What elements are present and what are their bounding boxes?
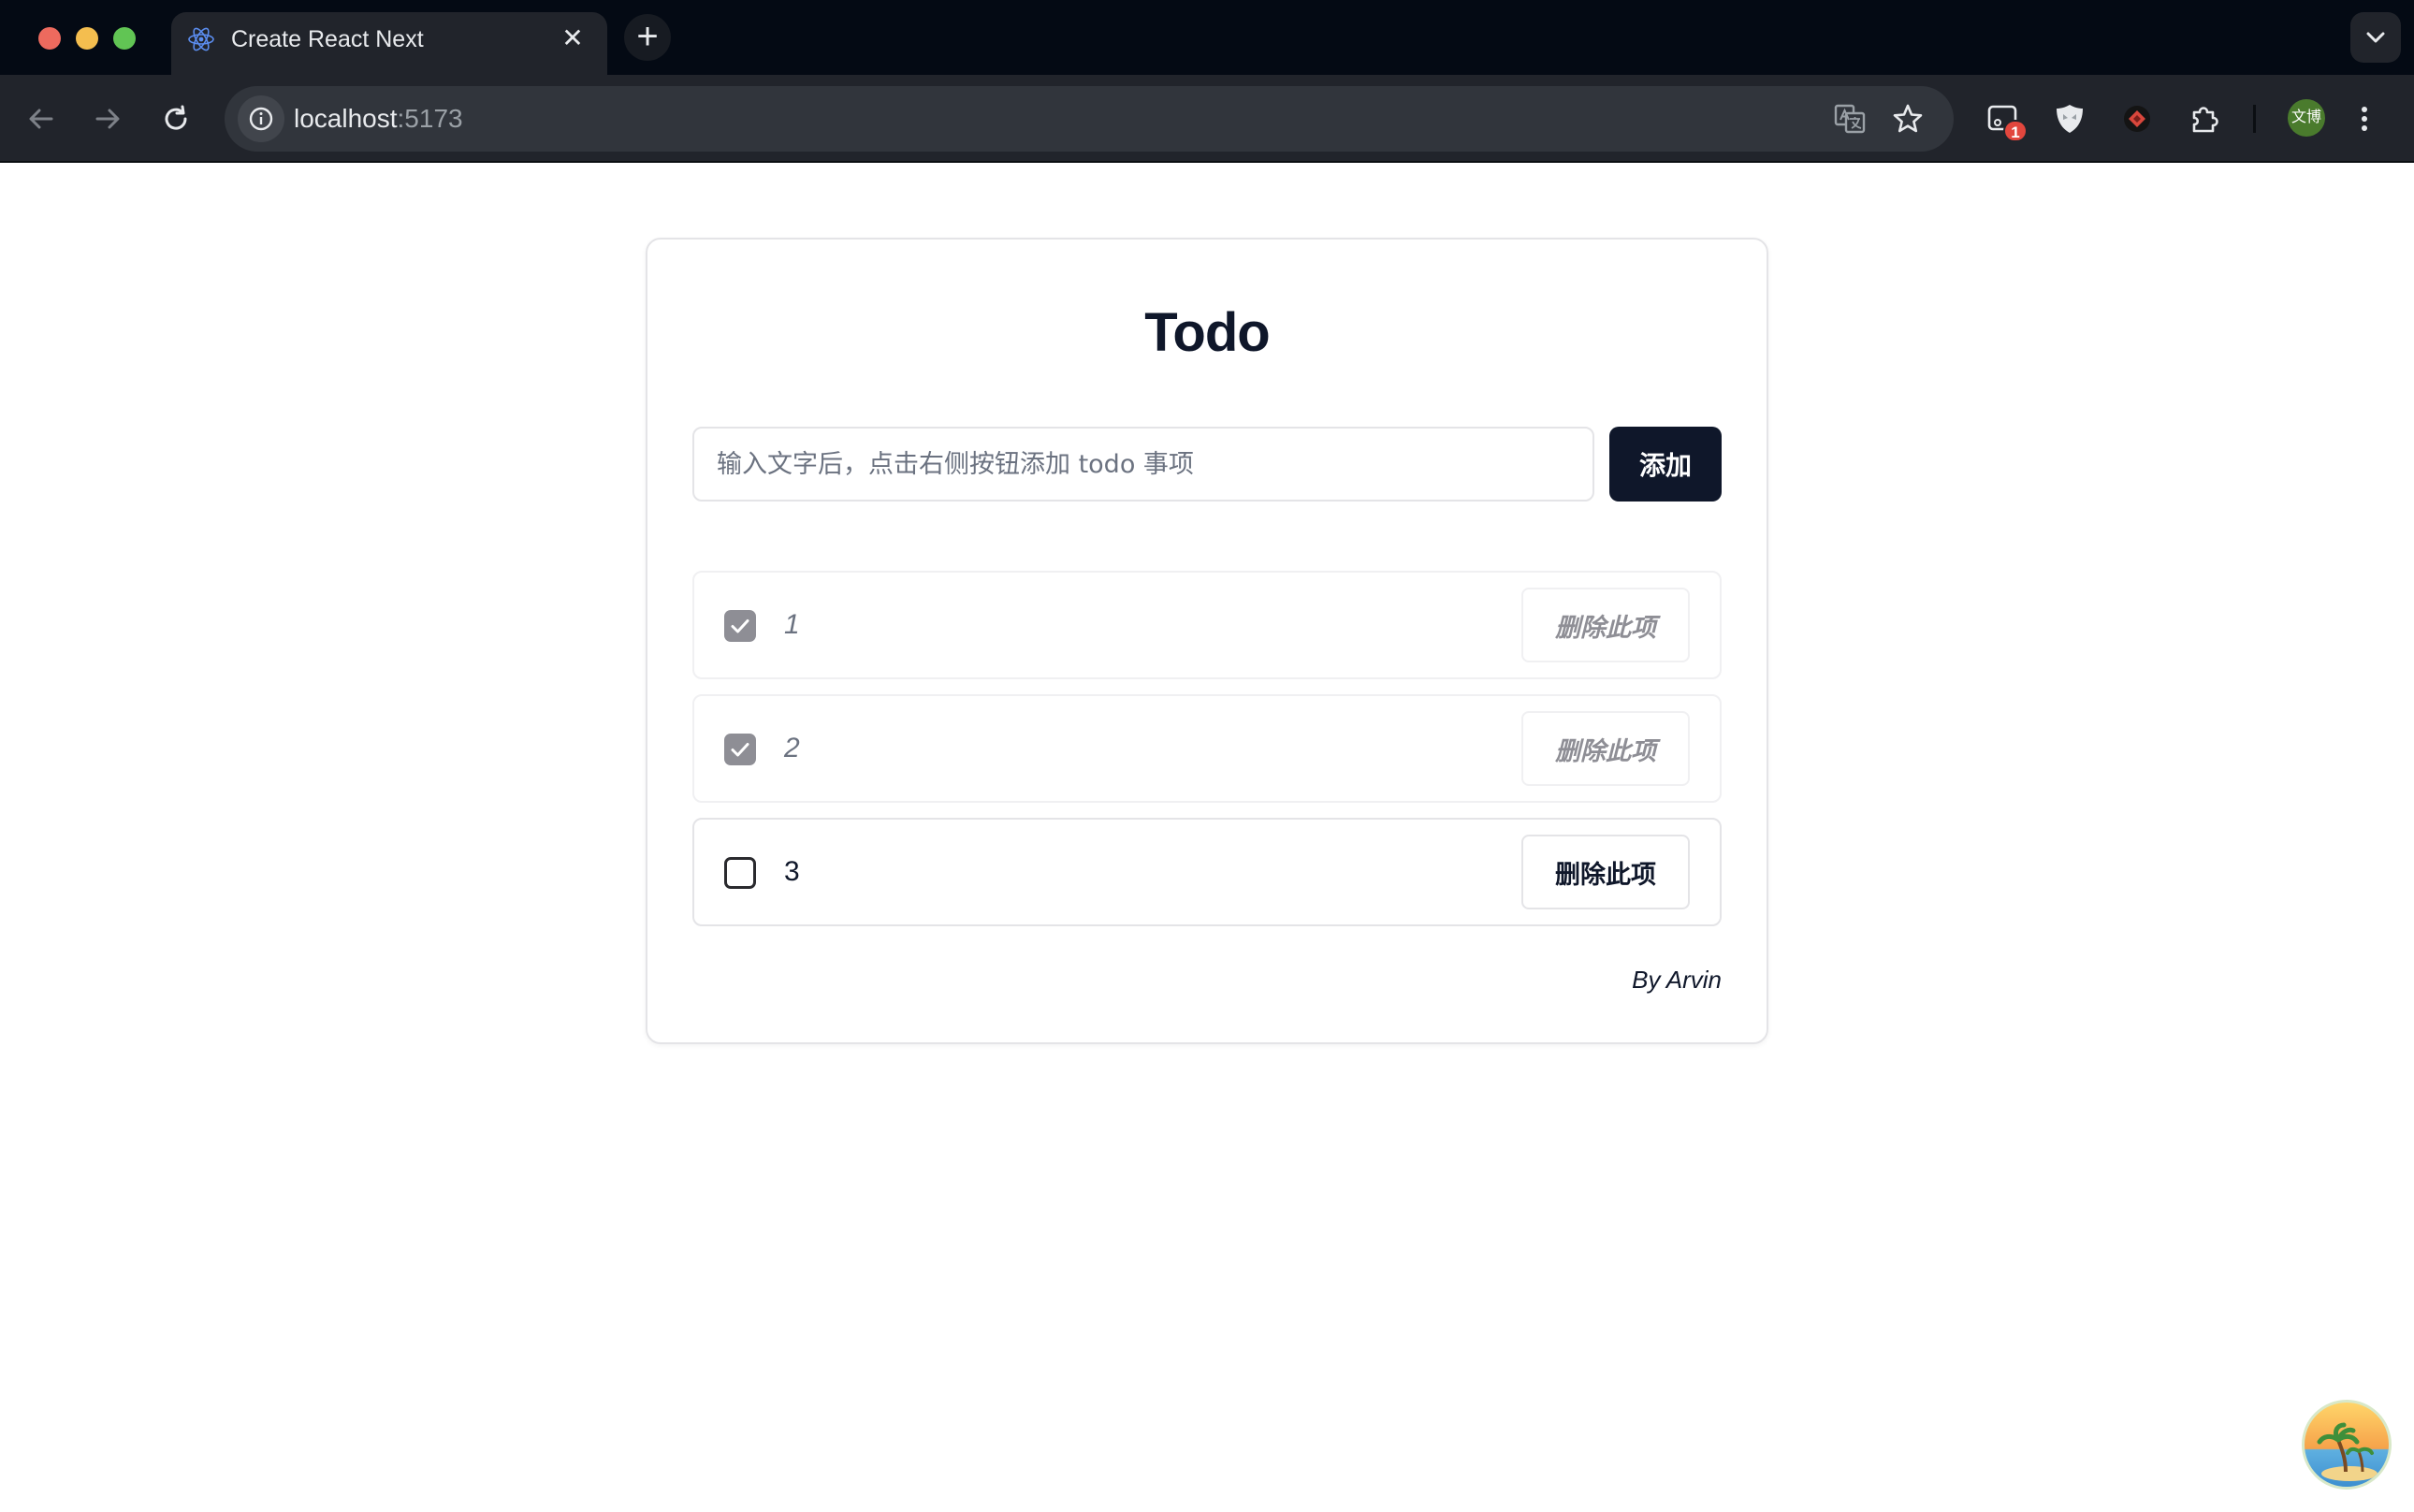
browser-toolbar: localhost:5173 1 [0,75,2414,163]
extensions-menu-button[interactable] [2181,95,2228,142]
window-close-button[interactable] [38,27,61,50]
profile-avatar[interactable]: 文博 [2288,99,2325,137]
extension-screen-capture[interactable]: 1 [1979,95,2028,142]
react-logo-icon [188,27,214,51]
palm-tree-icon [2317,1422,2378,1481]
translate-button[interactable] [1826,95,1873,142]
url-port: :5173 [397,104,463,133]
tab-close-icon[interactable]: ✕ [557,22,589,54]
todo-item: 1 删除此项 [692,571,1722,679]
toolbar-separator [2253,105,2256,133]
star-icon [1893,104,1923,133]
extension-shield[interactable] [2046,95,2093,142]
more-vertical-icon [2362,107,2367,131]
extension-badge-count: 1 [2003,120,2028,142]
tab-search-button[interactable] [2350,12,2401,63]
page-title: Todo [1144,302,1270,363]
tab-title: Create React Next [231,26,424,52]
todo-text: 2 [784,733,800,763]
delete-todo-button[interactable]: 删除此项 [1521,835,1690,909]
browser-tab-strip: Create React Next ✕ + [0,0,2414,75]
todo-checkbox-checked[interactable] [724,610,756,642]
author-credit: By Arvin [1632,966,1722,994]
shield-icon [2057,105,2083,133]
back-button[interactable] [18,95,65,142]
todo-input[interactable] [692,427,1594,502]
todo-item: 3 删除此项 [692,818,1722,926]
checkmark-icon [731,743,749,757]
arrow-right-icon [95,109,120,129]
browser-menu-button[interactable] [2341,95,2388,142]
delete-todo-button[interactable]: 删除此项 [1521,588,1690,662]
chevron-down-icon [2366,32,2385,43]
window-minimize-button[interactable] [76,27,98,50]
bookmark-button[interactable] [1884,95,1931,142]
delete-todo-button[interactable]: 删除此项 [1521,711,1690,786]
arrow-left-icon [29,109,53,129]
diamond-icon [2124,106,2150,132]
checkmark-icon [731,619,749,633]
puzzle-icon [2192,107,2218,133]
reload-button[interactable] [153,95,199,142]
url-host: localhost [294,104,398,133]
info-icon [249,107,273,131]
address-bar[interactable]: localhost:5173 [225,86,1954,152]
translate-icon [1834,104,1866,134]
forward-button[interactable] [84,95,131,142]
site-info-button[interactable] [238,95,284,142]
todo-card: Todo 添加 1 删除此项 2 删除此项 3 删除此项 By Arvin [646,238,1768,1044]
todo-text: 3 [784,856,800,887]
window-zoom-button[interactable] [113,27,136,50]
url-text: localhost:5173 [294,102,463,136]
todo-checkbox-unchecked[interactable] [724,857,756,889]
new-tab-button[interactable]: + [624,14,671,61]
island-avatar-icon[interactable] [2302,1400,2392,1490]
reload-icon [165,105,187,130]
todo-checkbox-checked[interactable] [724,734,756,765]
add-todo-button[interactable]: 添加 [1609,427,1722,502]
extension-red-diamond[interactable] [2114,95,2160,142]
browser-tab-active[interactable]: Create React Next ✕ [171,12,607,75]
todo-text: 1 [784,609,800,640]
todo-item: 2 删除此项 [692,694,1722,803]
